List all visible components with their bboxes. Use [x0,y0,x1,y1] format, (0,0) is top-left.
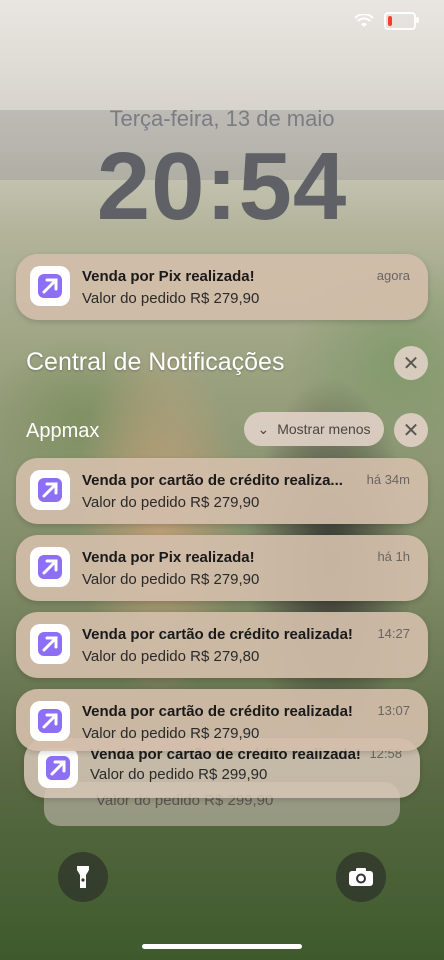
show-less-label: Mostrar menos [277,421,371,437]
close-icon[interactable]: ✕ [394,413,428,447]
appmax-arrow-icon [30,470,70,510]
home-indicator[interactable] [142,944,302,949]
appmax-arrow-icon [38,748,78,788]
notification-body: Valor do pedido R$ 279,90 [82,290,260,307]
notification-item[interactable]: Venda por Pix realizada! Valor do pedido… [16,535,428,601]
wifi-icon [354,14,374,27]
notification-body: Valor do pedido R$ 279,90 [82,725,260,742]
lock-time: 20:54 [96,133,348,240]
notification-title: Venda por cartão de crédito realizada! [82,703,353,720]
lock-date: Terça-feira, 13 de maio [109,106,335,131]
notification-item[interactable]: Venda por cartão de crédito realiza... V… [16,458,428,524]
notification-body: Valor do pedido R$ 279,90 [82,571,260,588]
notification-time: agora [376,268,410,283]
notification-title: Venda por Pix realizada! [82,549,255,566]
camera-button[interactable] [336,852,386,902]
notification-time: há 1h [377,549,410,564]
notification-item[interactable]: Venda por cartão de crédito realizada! V… [16,689,428,751]
notification-item[interactable]: Venda por cartão de crédito realizada! V… [16,612,428,678]
notification-title: Venda por Pix realizada! [82,268,255,285]
battery-icon [384,12,419,30]
appmax-arrow-icon [30,701,70,741]
notification-title: Venda por cartão de crédito realizada! [82,626,353,643]
appmax-arrow-icon [30,624,70,664]
camera-icon [349,868,373,886]
app-group-title: Appmax [26,420,100,442]
notification-body: Valor do pedido R$ 299,90 [90,766,268,783]
notification-title: Venda por cartão de crédito realiza... [82,472,343,489]
notification-time: 13:07 [377,703,410,718]
notification-time: há 34m [366,472,410,487]
notification-center-title: Central de Notificações [26,348,285,376]
chevron-down-icon: ⌄ [257,420,270,437]
close-icon[interactable]: ✕ [394,346,428,380]
status-bar [354,12,419,30]
show-less-button[interactable]: ⌄ Mostrar menos [244,412,384,446]
flashlight-button[interactable] [58,852,108,902]
top-notification[interactable]: Venda por Pix realizada! Valor do pedido… [16,254,428,320]
notification-time: 14:27 [377,626,410,641]
flashlight-icon [77,866,89,888]
appmax-arrow-icon [30,266,70,306]
appmax-arrow-icon [30,547,70,587]
notification-body: Valor do pedido R$ 279,90 [82,494,260,511]
notification-body: Valor do pedido R$ 279,80 [82,648,260,665]
